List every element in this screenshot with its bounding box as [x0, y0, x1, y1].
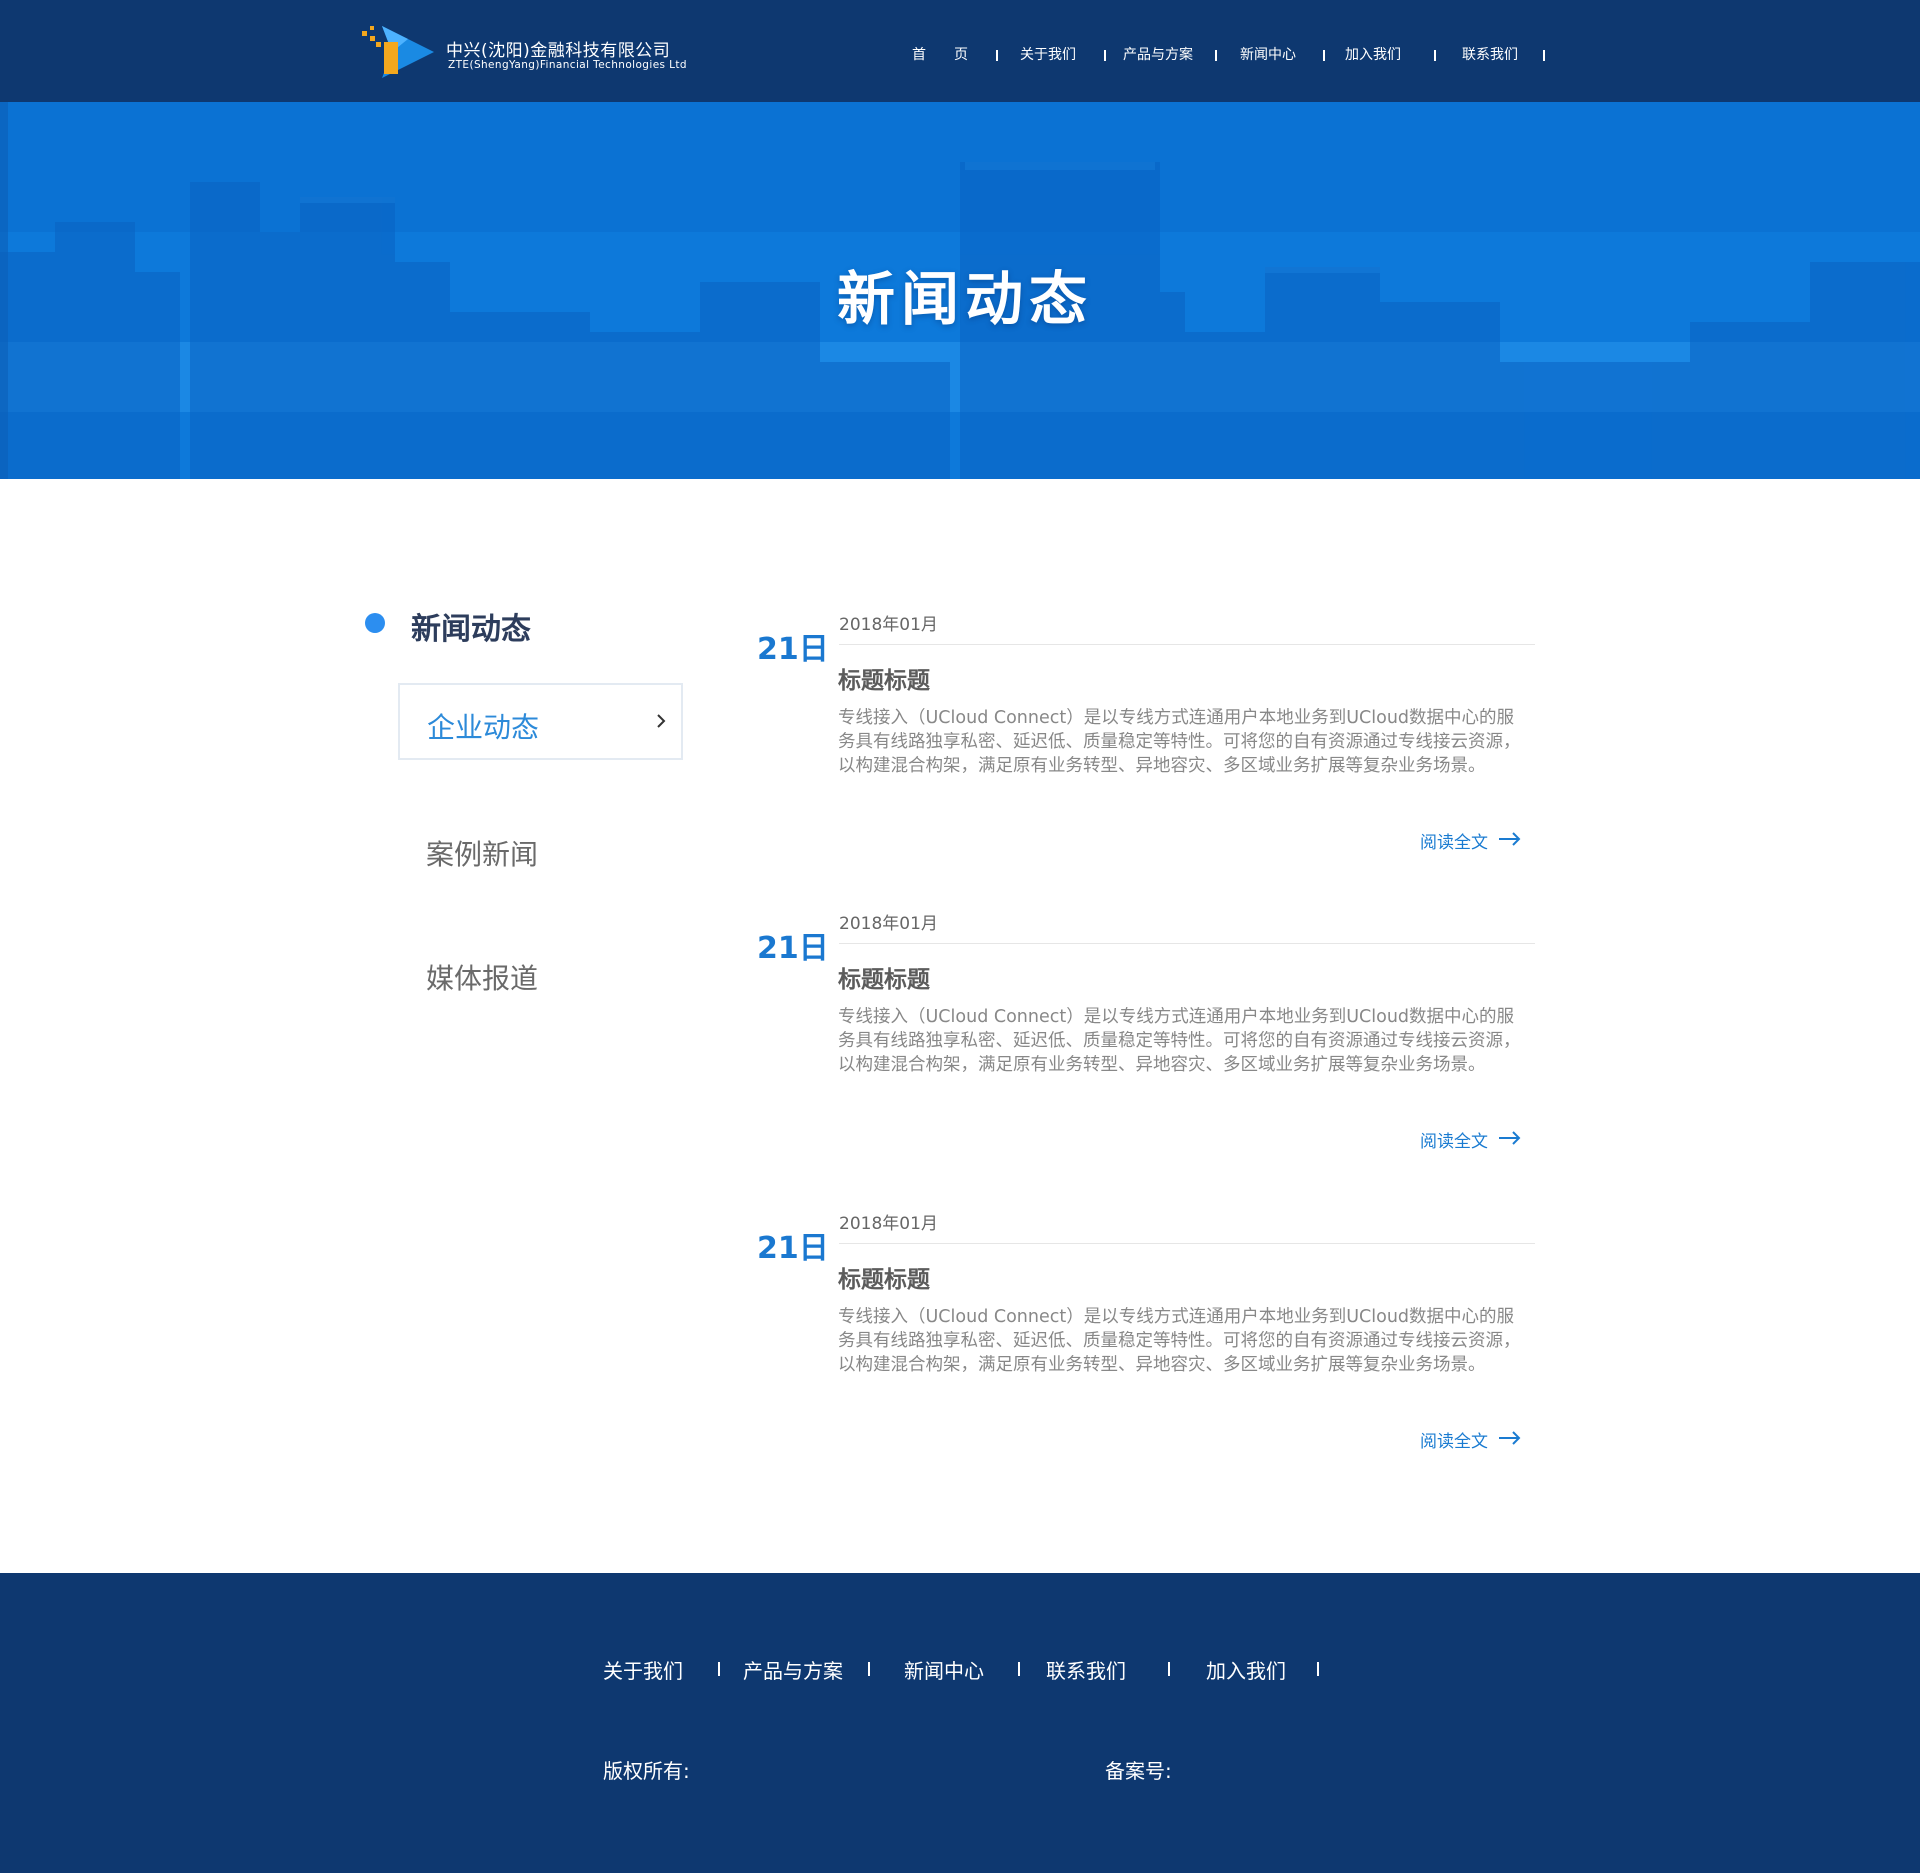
article-date: 2018年01月: [839, 1214, 938, 1234]
page: 中兴(沈阳)金融科技有限公司 ZTE(ShengYang)Financial T…: [0, 0, 1920, 1873]
footer-link-about[interactable]: 关于我们: [603, 1655, 683, 1684]
article-divider: [839, 943, 1535, 944]
footer-separator: [1018, 1662, 1020, 1676]
nav-home[interactable]: 首 页: [912, 44, 968, 64]
read-more-link[interactable]: 阅读全文: [1420, 1425, 1530, 1452]
nav-separator: [1323, 50, 1325, 61]
icp-record-label: 备案号:: [1105, 1759, 1172, 1783]
news-article: 21日 2018年01月 标题标题 专线接入（UCloud Connect）是以…: [755, 1209, 1535, 1469]
article-title[interactable]: 标题标题: [838, 661, 930, 695]
top-header: 中兴(沈阳)金融科技有限公司 ZTE(ShengYang)Financial T…: [0, 0, 1920, 102]
article-summary: 专线接入（UCloud Connect）是以专线方式连通用户本地业务到UClou…: [838, 1307, 1521, 1375]
article-date: 2018年01月: [839, 914, 938, 934]
nav-join[interactable]: 加入我们: [1345, 44, 1401, 64]
read-more-link[interactable]: 阅读全文: [1420, 1125, 1530, 1152]
arrow-right-icon: [1499, 1431, 1521, 1445]
footer-link-news[interactable]: 新闻中心: [904, 1655, 984, 1684]
article-date: 2018年01月: [839, 615, 938, 635]
sidebar-item-company-news[interactable]: 企业动态: [398, 683, 683, 760]
copyright-label: 版权所有:: [603, 1759, 690, 1783]
article-divider: [839, 644, 1535, 645]
footer-link-join[interactable]: 加入我们: [1206, 1655, 1286, 1684]
sidebar-heading: 新闻动态: [411, 612, 531, 647]
nav-separator: [1104, 50, 1106, 61]
nav-contact[interactable]: 联系我们: [1462, 44, 1518, 64]
nav-separator: [1434, 50, 1436, 61]
article-divider: [839, 1243, 1535, 1244]
read-more-label: 阅读全文: [1420, 833, 1488, 853]
footer-link-products[interactable]: 产品与方案: [743, 1655, 843, 1684]
footer-separator: [718, 1662, 720, 1676]
read-more-label: 阅读全文: [1420, 1132, 1488, 1152]
nav-products[interactable]: 产品与方案: [1123, 44, 1193, 64]
sidebar-item-media-reports[interactable]: 媒体报道: [426, 957, 538, 997]
article-day: 21日: [757, 1231, 829, 1266]
main-nav: 首 页 关于我们 产品与方案 新闻中心 加入我们 联系我们: [0, 44, 1920, 66]
nav-separator: [996, 50, 998, 61]
read-more-link[interactable]: 阅读全文: [1420, 826, 1530, 853]
arrow-right-icon: [1499, 1131, 1521, 1145]
sidebar-item-case-news[interactable]: 案例新闻: [426, 833, 538, 873]
footer-separator: [1317, 1662, 1319, 1676]
read-more-label: 阅读全文: [1420, 1432, 1488, 1452]
banner-title: 新闻动态: [836, 265, 1093, 333]
sidebar-item-label: 企业动态: [427, 711, 540, 744]
section-bullet-icon: [365, 613, 385, 633]
article-summary: 专线接入（UCloud Connect）是以专线方式连通用户本地业务到UClou…: [838, 1007, 1521, 1075]
article-summary: 专线接入（UCloud Connect）是以专线方式连通用户本地业务到UClou…: [838, 708, 1521, 776]
hero-banner: 新闻动态: [0, 102, 1920, 479]
article-day: 21日: [757, 931, 829, 966]
arrow-right-icon: [1499, 832, 1521, 846]
nav-separator: [1215, 50, 1217, 61]
footer-separator: [868, 1662, 870, 1676]
news-article: 21日 2018年01月 标题标题 专线接入（UCloud Connect）是以…: [755, 909, 1535, 1169]
footer-link-contact[interactable]: 联系我们: [1046, 1655, 1126, 1684]
article-title[interactable]: 标题标题: [838, 1260, 930, 1294]
site-footer: 关于我们 产品与方案 新闻中心 联系我们 加入我们 版权所有: 备案号:: [0, 1573, 1920, 1873]
nav-news[interactable]: 新闻中心: [1240, 44, 1296, 64]
article-day: 21日: [757, 632, 829, 667]
article-title[interactable]: 标题标题: [838, 960, 930, 994]
news-article: 21日 2018年01月 标题标题 专线接入（UCloud Connect）是以…: [755, 610, 1535, 870]
footer-separator: [1168, 1662, 1170, 1676]
nav-about[interactable]: 关于我们: [1020, 44, 1076, 64]
nav-separator: [1543, 50, 1545, 61]
chevron-right-icon: [657, 714, 666, 728]
